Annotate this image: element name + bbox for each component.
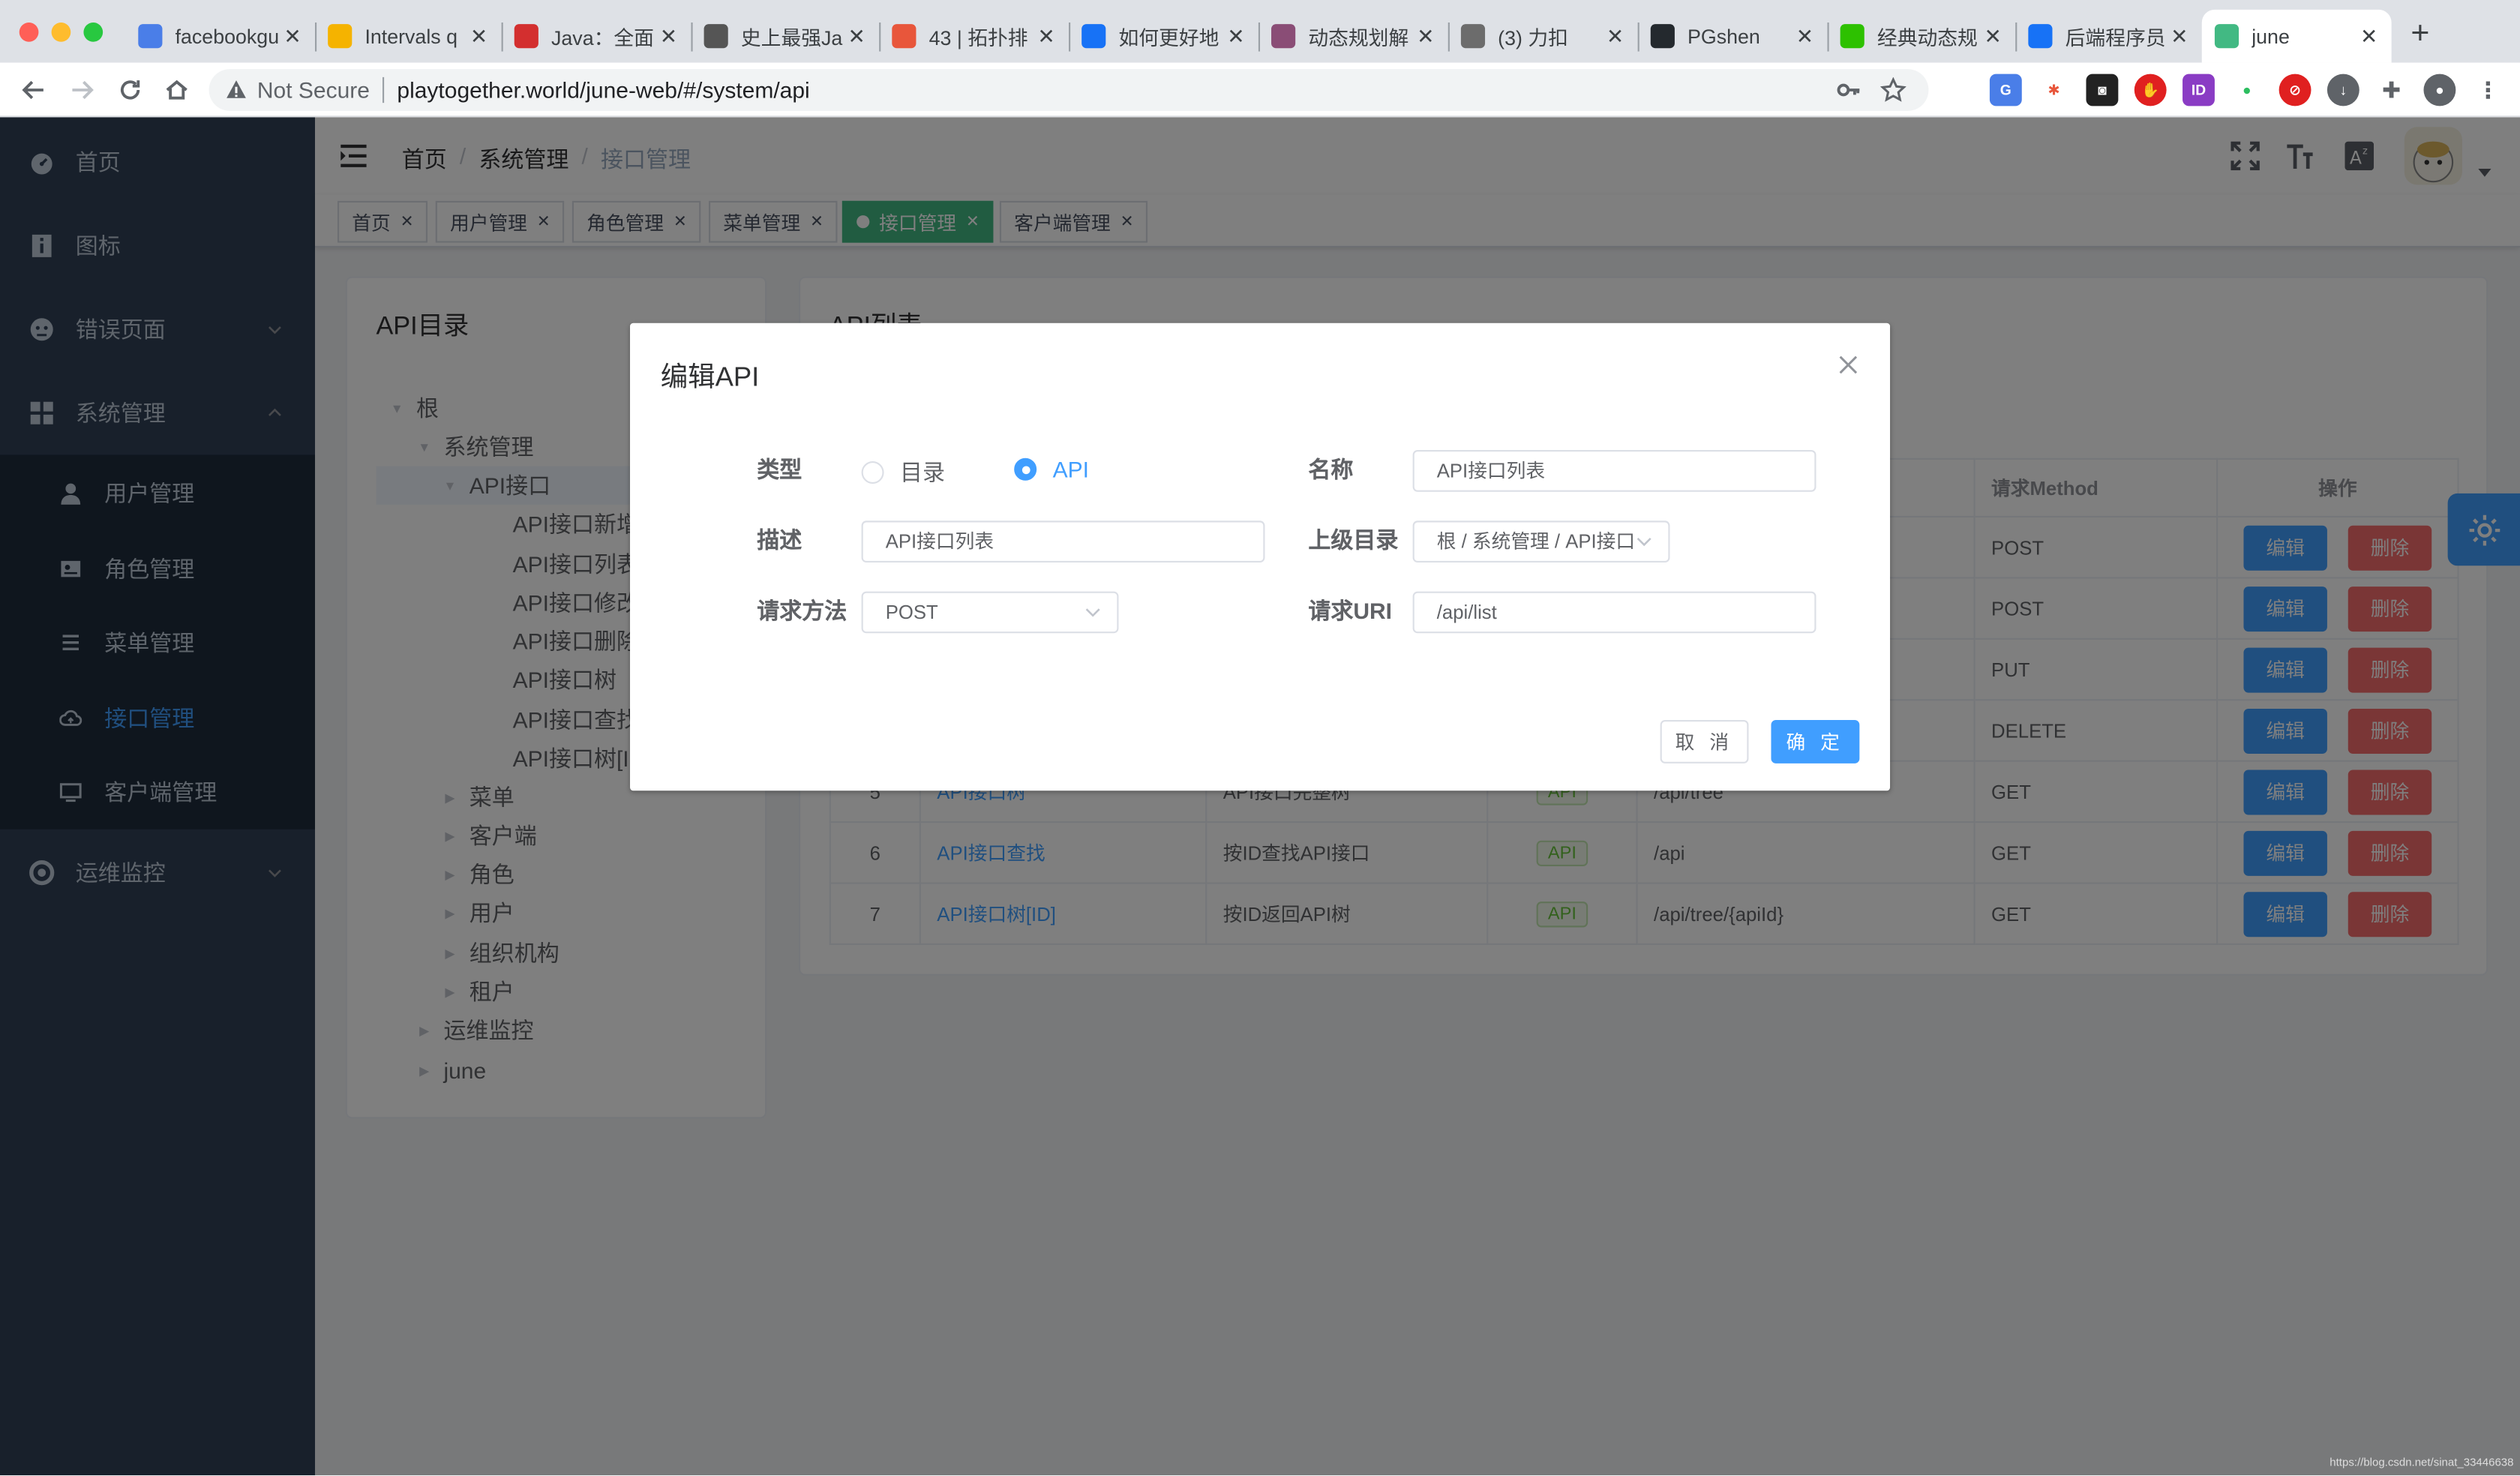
warning-icon [225, 79, 248, 101]
url-text: playtogether.world/june-web/#/system/api [397, 76, 810, 104]
new-tab-button[interactable]: + [2410, 16, 2429, 52]
modal-overlay[interactable] [315, 117, 2520, 1476]
confirm-button[interactable]: 确 定 [1771, 720, 1860, 764]
forward-icon[interactable] [68, 76, 97, 105]
minimize-window-button[interactable] [51, 22, 71, 42]
download-ext-icon[interactable]: ↓ [2326, 74, 2360, 106]
extensions-puzzle-icon[interactable]: ✚ [2375, 74, 2408, 106]
favicon-icon [514, 24, 538, 49]
close-tab-icon[interactable]: ✕ [1413, 23, 1438, 49]
parent-label: 上级目录 [1308, 526, 1399, 554]
favicon-icon [328, 24, 352, 49]
close-window-button[interactable] [19, 22, 39, 42]
network-ext-icon[interactable]: ✱ [2038, 74, 2071, 106]
browser-tab-title: 经典动态规 [1876, 27, 1978, 50]
method-select[interactable]: POST [861, 591, 1119, 634]
favicon-icon [892, 24, 916, 49]
adblock-icon[interactable]: ✋ [2134, 74, 2167, 106]
idea-ext-icon[interactable]: ID [2182, 74, 2215, 106]
favicon-icon [1271, 24, 1296, 49]
more-menu-icon[interactable]: ⋮ [2471, 74, 2504, 106]
browser-tab[interactable]: facebookgu ✕ [125, 10, 317, 63]
browser-tab[interactable]: Intervals q ✕ [315, 10, 503, 63]
extension-icons: G ✱ ◙ ✋ ID ● ⊘ ↓ ✚ ● ⋮ [1989, 74, 2504, 106]
block-ext-icon[interactable]: ⊘ [2278, 74, 2312, 106]
octotree-icon[interactable]: ◙ [2086, 74, 2119, 106]
radio-directory[interactable]: 目录 [861, 457, 945, 489]
close-tab-icon[interactable]: ✕ [1034, 23, 1059, 49]
desc-input[interactable]: API接口列表 [861, 520, 1265, 563]
browser-tab-title: Java：全面 [551, 27, 654, 50]
close-tab-icon[interactable]: ✕ [844, 23, 869, 49]
profile-icon[interactable]: ● [2423, 74, 2456, 106]
close-tab-icon[interactable]: ✕ [2356, 23, 2381, 49]
back-icon[interactable] [20, 76, 49, 105]
browser-tab[interactable]: 经典动态规 ✕ [1827, 10, 2018, 63]
name-label: 名称 [1308, 456, 1354, 482]
close-tab-icon[interactable]: ✕ [1223, 23, 1249, 49]
browser-tab[interactable]: 如何更好地 ✕ [1069, 10, 1261, 63]
key-icon[interactable] [1835, 77, 1861, 103]
browser-tab-bar: facebookgu ✕ Intervals q ✕ Java：全面 ✕ 史上最强Ja ✕ 43… [0, 0, 2520, 63]
browser-tab-title: june [2252, 25, 2290, 48]
browser-tab-title: 史上最强Ja [740, 27, 843, 50]
evernote-icon[interactable]: ● [2230, 74, 2264, 106]
zoom-window-button[interactable] [83, 22, 104, 42]
browser-tab[interactable]: Java：全面 ✕ [502, 10, 693, 63]
reload-icon[interactable] [116, 76, 145, 105]
browser-tab-title: (3) 力扣 [1498, 27, 1568, 50]
browser-tab[interactable]: june ✕ [2201, 9, 2392, 63]
browser-tab[interactable]: PGshen ✕ [1638, 10, 1829, 63]
favicon-icon [1460, 24, 1486, 49]
desc-label: 描述 [757, 526, 802, 554]
chevron-down-icon [1636, 536, 1652, 548]
browser-tab-title: 43 | 拓扑排 [928, 27, 1028, 50]
method-label: 请求方法 [757, 598, 848, 624]
bookmark-star-icon[interactable] [1880, 76, 1906, 103]
home-icon[interactable] [162, 76, 191, 105]
parent-cascader[interactable]: 根 / 系统管理 / API接口 [1412, 520, 1670, 563]
close-icon[interactable] [1838, 356, 1858, 375]
name-input[interactable]: API接口列表 [1412, 450, 1816, 492]
favicon-icon [2214, 24, 2240, 49]
browser-tab[interactable]: 史上最强Ja ✕ [691, 10, 881, 63]
favicon-icon [704, 24, 728, 49]
browser-tab-title: PGshen [1688, 25, 1760, 48]
close-tab-icon[interactable]: ✕ [1602, 23, 1628, 49]
dialog-title: 编辑API [660, 362, 760, 392]
close-tab-icon[interactable]: ✕ [1792, 23, 1817, 49]
watermark-text: https://blog.csdn.net/sinat_33446638 [2330, 1457, 2514, 1469]
close-tab-icon[interactable]: ✕ [656, 23, 681, 49]
browser-tab-title: 如何更好地 [1118, 27, 1220, 50]
browser-tab-title: 后端程序员 [2065, 27, 2166, 50]
favicon-icon [1650, 24, 1675, 49]
close-tab-icon[interactable]: ✕ [1980, 23, 2006, 49]
browser-tab[interactable]: 后端程序员 ✕ [2015, 10, 2202, 63]
omnibox[interactable]: Not Secure playtogether.world/june-web/#… [208, 69, 1929, 111]
browser-tab-title: facebookgu [175, 25, 280, 48]
browser-tab[interactable]: (3) 力扣 ✕ [1448, 10, 1640, 63]
window-controls [19, 22, 104, 42]
close-tab-icon[interactable]: ✕ [466, 23, 491, 49]
translate-icon[interactable]: G [1989, 74, 2022, 106]
browser-tab[interactable]: 动态规划解 ✕ [1258, 10, 1450, 63]
uri-label: 请求URI [1308, 598, 1393, 624]
close-tab-icon[interactable]: ✕ [2167, 23, 2192, 49]
close-tab-icon[interactable]: ✕ [280, 23, 305, 49]
chevron-down-icon [1084, 606, 1100, 619]
cancel-button[interactable]: 取 消 [1660, 720, 1749, 764]
favicon-icon [1840, 24, 1864, 49]
radio-api[interactable]: API [1014, 457, 1089, 482]
browser-tab[interactable]: 43 | 拓扑排 ✕ [879, 10, 1071, 63]
modal-overlay-sidebar[interactable] [0, 117, 316, 1476]
security-label: Not Secure [256, 76, 370, 104]
favicon-icon [1082, 24, 1106, 49]
type-label: 类型 [757, 456, 802, 482]
uri-input[interactable]: /api/list [1412, 591, 1816, 634]
browser-tab-title: 动态规划解 [1308, 27, 1409, 50]
browser-tab-title: Intervals q [364, 25, 458, 48]
favicon-icon [2028, 24, 2053, 49]
edit-api-dialog: 编辑API 类型 目录 API 名称 API接口列表 描述 API接口列表 上级… [630, 322, 1891, 791]
favicon-icon [138, 24, 163, 49]
